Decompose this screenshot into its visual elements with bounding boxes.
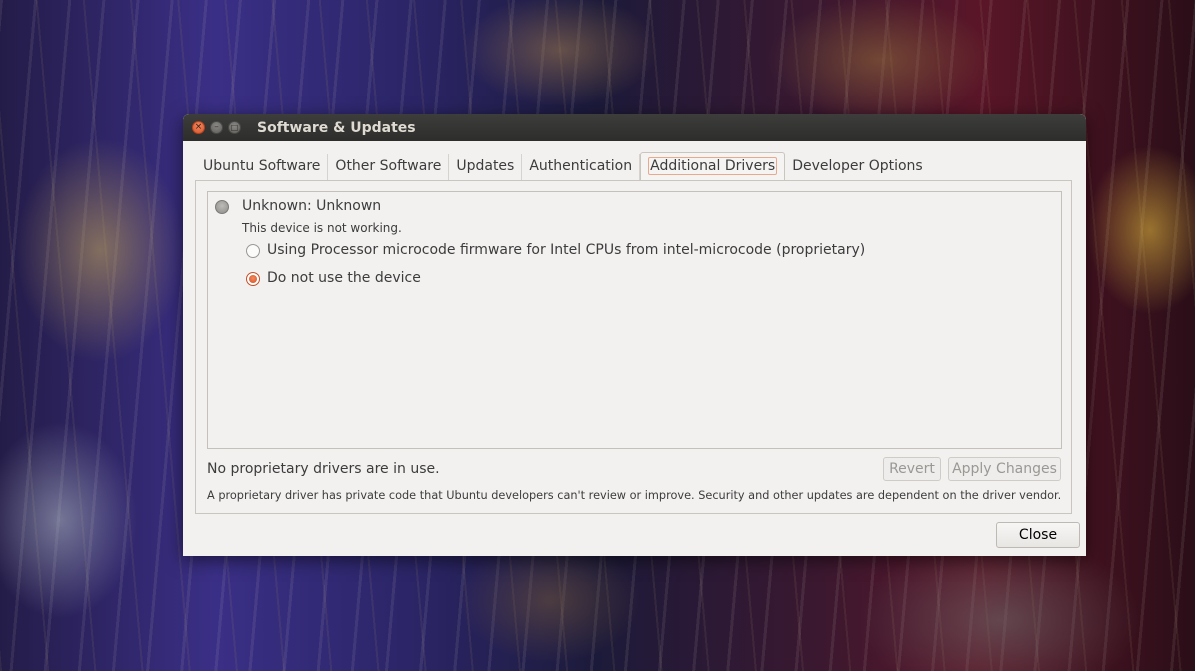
device-status-indicator: [215, 200, 229, 214]
additional-drivers-panel: Unknown: Unknown This device is not work…: [195, 180, 1072, 514]
close-icon: ×: [194, 122, 203, 132]
titlebar[interactable]: × – □ Software & Updates: [183, 114, 1086, 141]
window-close-button[interactable]: ×: [192, 121, 205, 134]
tab-developer-options[interactable]: Developer Options: [785, 154, 929, 180]
driver-option-label-do-not-use[interactable]: Do not use the device: [267, 270, 421, 286]
driver-option-label-microcode[interactable]: Using Processor microcode firmware for I…: [267, 242, 865, 258]
minimize-icon: –: [214, 122, 219, 132]
driver-option-radio-do-not-use[interactable]: [246, 272, 260, 286]
maximize-icon: □: [230, 123, 239, 132]
window-minimize-button[interactable]: –: [210, 121, 223, 134]
revert-button[interactable]: Revert: [883, 457, 941, 481]
driver-status-text: No proprietary drivers are in use.: [207, 461, 440, 477]
tab-updates[interactable]: Updates: [449, 154, 523, 180]
driver-list[interactable]: Unknown: Unknown This device is not work…: [207, 191, 1062, 449]
software-updates-window: × – □ Software & Updates Ubuntu Software…: [183, 114, 1086, 556]
tab-other-software[interactable]: Other Software: [328, 154, 450, 180]
device-status-text: This device is not working.: [242, 221, 402, 235]
apply-changes-button[interactable]: Apply Changes: [948, 457, 1061, 481]
close-button[interactable]: Close: [996, 522, 1080, 548]
proprietary-driver-note: A proprietary driver has private code th…: [207, 489, 1062, 502]
window-title: Software & Updates: [257, 119, 416, 136]
tab-ubuntu-software[interactable]: Ubuntu Software: [196, 154, 329, 180]
window-maximize-button[interactable]: □: [228, 121, 241, 134]
tab-bar: Ubuntu Software Other Software Updates A…: [196, 152, 930, 183]
tab-additional-drivers[interactable]: Additional Drivers: [640, 152, 786, 183]
driver-option-radio-microcode[interactable]: [246, 244, 260, 258]
device-name: Unknown: Unknown: [242, 198, 382, 214]
tab-authentication[interactable]: Authentication: [522, 154, 641, 180]
